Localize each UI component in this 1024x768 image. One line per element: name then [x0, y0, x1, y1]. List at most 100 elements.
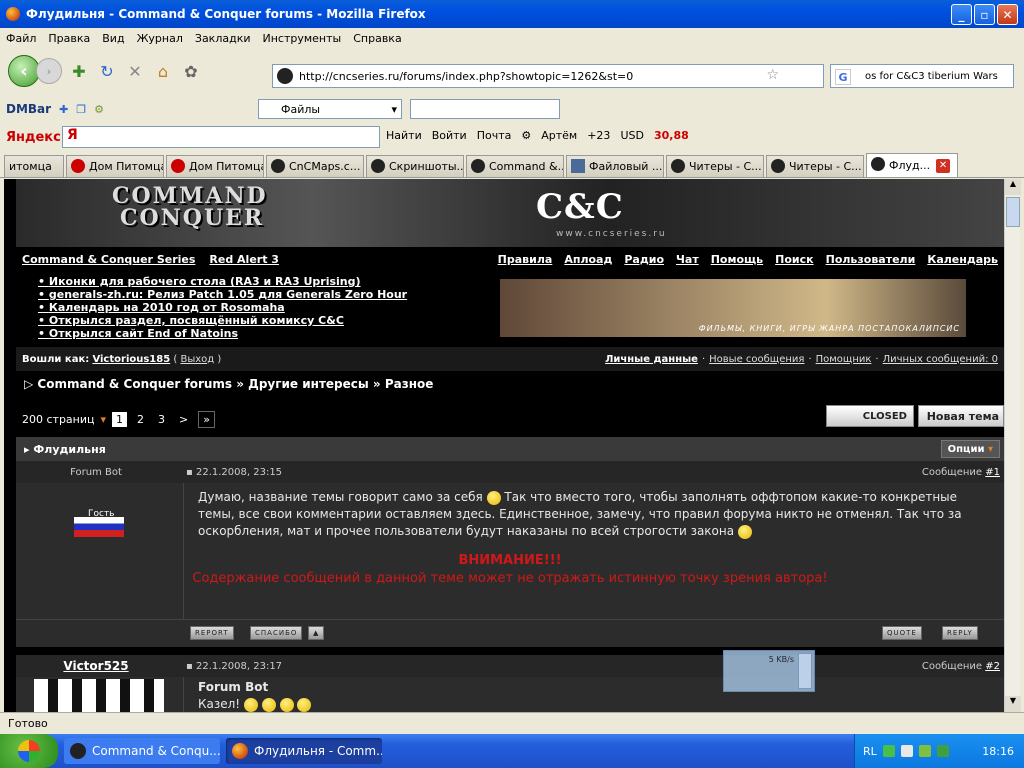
forward-button[interactable]: › — [36, 58, 62, 84]
scroll-thumb[interactable] — [1006, 197, 1020, 227]
quote-button[interactable]: QUOTE — [882, 626, 922, 640]
start-button[interactable] — [0, 734, 58, 768]
scroll-down-arrow[interactable]: ▼ — [1005, 696, 1021, 712]
messages-link[interactable]: Личных сообщений: 0 — [883, 354, 998, 365]
stop-icon[interactable]: ✕ — [124, 60, 146, 82]
page-link[interactable]: 1 — [112, 411, 128, 427]
tab[interactable]: Читеры - С... — [666, 155, 764, 177]
ad-banner[interactable]: ФИЛЬМЫ, КНИГИ, ИГРЫ ЖАНРА ПОСТАПОКАЛИПСИ… — [500, 279, 966, 337]
google-icon[interactable]: G — [835, 69, 851, 85]
tab[interactable]: Скриншоты... — [366, 155, 464, 177]
menu-tools[interactable]: Инструменты — [263, 32, 342, 45]
link-chat[interactable]: Чат — [676, 253, 699, 266]
minimize-button[interactable]: _ — [951, 4, 972, 25]
maximize-button[interactable]: ▫ — [974, 4, 995, 25]
current-user-link[interactable]: Victorious185 — [92, 354, 170, 365]
dmbar-tool-icon[interactable]: ❐ — [76, 103, 86, 116]
tab[interactable]: Дом Питомца — [66, 155, 164, 177]
link-search[interactable]: Поиск — [775, 253, 813, 266]
menu-history[interactable]: Журнал — [137, 32, 183, 45]
network-monitor[interactable]: 5 KB/s — [723, 650, 815, 692]
page-last[interactable]: » — [198, 410, 215, 428]
clock[interactable]: 18:16 — [982, 745, 1024, 758]
news-link[interactable]: Открылся сайт End of Natoins — [38, 327, 407, 340]
post-link[interactable]: #1 — [985, 467, 1000, 478]
news-link[interactable]: Открылся раздел, посвящённый комиксу C&C — [38, 314, 407, 327]
menu-help[interactable]: Справка — [353, 32, 401, 45]
page-link[interactable]: 2 — [133, 412, 148, 427]
link-upload[interactable]: Аплоад — [564, 253, 612, 266]
addon-icon[interactable]: ✿ — [180, 60, 202, 82]
post-author[interactable]: Forum Bot — [16, 467, 176, 478]
post-author[interactable]: Victor525 — [16, 659, 176, 673]
link-cnc-series[interactable]: Command & Conquer Series — [22, 253, 195, 266]
link-users[interactable]: Пользователи — [826, 253, 916, 266]
tab-active[interactable]: Флуд... ✕ — [866, 153, 958, 177]
closed-button[interactable]: CLOSED — [826, 405, 914, 427]
page-next[interactable]: > — [175, 412, 192, 427]
news-link[interactable]: generals-zh.ru: Релиз Patch 1.05 для Gen… — [38, 288, 407, 301]
yandex-user[interactable]: Артём — [541, 129, 577, 142]
tab[interactable]: Файловый ... — [566, 155, 664, 177]
tab[interactable]: Command &... — [466, 155, 564, 177]
profile-link[interactable]: Личные данные — [605, 354, 698, 365]
language-indicator[interactable]: RL — [863, 745, 877, 758]
new-posts-link[interactable]: Новые сообщения — [709, 354, 804, 365]
pages-count[interactable]: 200 страниц — [22, 413, 95, 426]
page-link[interactable]: 3 — [154, 412, 169, 427]
menu-bookmarks[interactable]: Закладки — [195, 32, 251, 45]
yandex-login-button[interactable]: Войти — [432, 129, 467, 142]
thanks-button[interactable]: СПАСИБО — [250, 626, 303, 640]
assistant-link[interactable]: Помощник — [816, 354, 872, 365]
dmbar-tool-icon[interactable]: ✚ — [59, 103, 68, 116]
tab[interactable]: Читеры - С... — [766, 155, 864, 177]
news-link[interactable]: Иконки для рабочего стола (RA3 и RA3 Upr… — [38, 275, 407, 288]
scroll-up-icon[interactable]: ▲ — [308, 626, 325, 640]
yandex-search-input[interactable]: Я — [62, 126, 380, 148]
tray-icon[interactable] — [936, 745, 949, 757]
yandex-find-button[interactable]: Найти — [386, 129, 422, 142]
bookmark-star-icon[interactable]: ☆ — [766, 67, 779, 83]
reload-icon[interactable]: ↻ — [96, 60, 118, 82]
menu-view[interactable]: Вид — [102, 32, 124, 45]
address-bar[interactable]: http://cncseries.ru/forums/index.php?sho… — [272, 64, 824, 88]
link-rules[interactable]: Правила — [498, 253, 553, 266]
menu-file[interactable]: Файл — [6, 32, 36, 45]
weather[interactable]: +23 — [587, 129, 610, 142]
vertical-scrollbar[interactable]: ▲ ▼ — [1004, 179, 1021, 712]
menu-edit[interactable]: Правка — [48, 32, 90, 45]
tray-icon[interactable] — [918, 745, 931, 757]
dmbar-input[interactable] — [410, 99, 560, 119]
gear-icon[interactable]: ⚙ — [521, 129, 531, 142]
tray-icon[interactable] — [900, 745, 913, 757]
home-icon[interactable]: ⌂ — [152, 60, 174, 82]
post-link[interactable]: #2 — [985, 661, 1000, 672]
reply-button[interactable]: REPLY — [942, 626, 978, 640]
close-window-button[interactable]: ✕ — [997, 4, 1018, 25]
link-red-alert[interactable]: Red Alert 3 — [209, 253, 279, 266]
taskbar-item-active[interactable]: Флудильня - Comm... — [226, 738, 382, 764]
taskbar-item[interactable]: Command & Conqu... — [64, 738, 220, 764]
yandex-mail-button[interactable]: Почта — [477, 129, 512, 142]
close-tab-icon[interactable]: ✕ — [936, 158, 951, 173]
scroll-up-arrow[interactable]: ▲ — [1005, 179, 1021, 195]
link-help[interactable]: Помощь — [711, 253, 763, 266]
files-dropdown[interactable]: Файлы ▾ — [258, 99, 402, 119]
logout-link[interactable]: Выход — [180, 354, 214, 365]
new-topic-button[interactable]: Новая тема — [918, 405, 1004, 427]
search-box[interactable]: G os for C&C3 tiberium Wars — [830, 64, 1014, 88]
currency-label[interactable]: USD — [620, 129, 644, 142]
link-calendar[interactable]: Календарь — [927, 253, 998, 266]
chevron-down-icon[interactable]: ▾ — [101, 413, 107, 426]
tab[interactable]: итомца — [4, 155, 64, 177]
options-button[interactable]: Опции ▾ — [940, 440, 1000, 458]
breadcrumb-text[interactable]: Command & Conquer forums » Другие интере… — [37, 377, 433, 391]
dmbar-tool-icon[interactable]: ⚙ — [94, 103, 104, 116]
tray-icon[interactable] — [882, 745, 895, 757]
new-tab-icon[interactable]: ✚ — [68, 60, 90, 82]
tab[interactable]: CnCMaps.c... — [266, 155, 364, 177]
report-button[interactable]: REPORT — [190, 626, 234, 640]
tab[interactable]: Дом Питомца — [166, 155, 264, 177]
news-link[interactable]: Календарь на 2010 год от Rosomaha — [38, 301, 407, 314]
link-radio[interactable]: Радио — [624, 253, 664, 266]
